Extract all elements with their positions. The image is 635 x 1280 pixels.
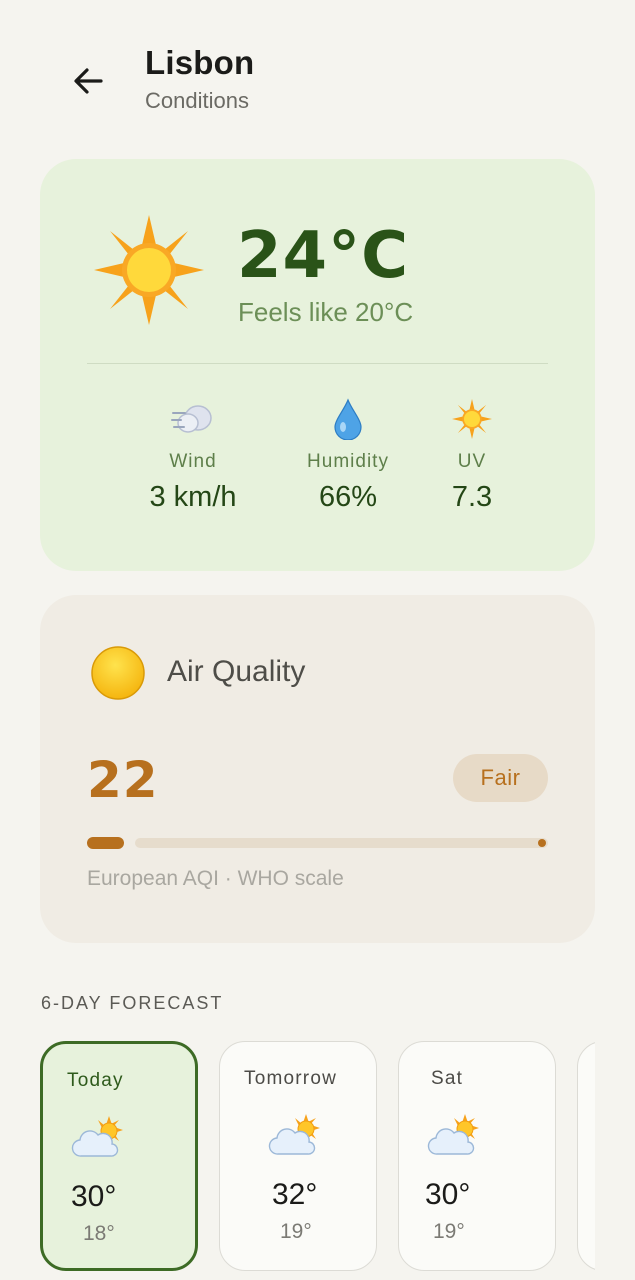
aqi-level-rail <box>135 838 548 848</box>
feels-like-text: Feels like 20°C <box>238 297 414 327</box>
page-title: Lisbon <box>145 44 255 81</box>
forecast-day-name: Today <box>67 1070 124 1091</box>
current-temperature: 24°C <box>237 219 410 293</box>
forecast-low-temp: 19° <box>433 1220 465 1243</box>
aqi-level-end-dot <box>538 839 546 847</box>
page-subtitle: Conditions <box>145 88 249 113</box>
sun-behind-cloud-icon <box>427 1114 479 1155</box>
metric-wind: Wind 3 km/h <box>118 397 268 514</box>
weather-detail-screen: Lisbon Conditions 24°C Feels like 20°C W… <box>0 0 635 1280</box>
aqi-level-fill <box>87 837 124 849</box>
wind-value: 3 km/h <box>149 481 237 513</box>
forecast-day-card[interactable]: Sat 30° 19° <box>398 1041 556 1271</box>
yellow-circle-icon <box>91 646 145 700</box>
current-conditions-card: 24°C Feels like 20°C Wind 3 km/h Humidit… <box>40 159 595 571</box>
air-quality-card[interactable]: Air Quality 22 Fair European AQI · WHO s… <box>40 595 595 943</box>
uv-label: UV <box>457 451 487 472</box>
sun-icon <box>94 215 204 325</box>
sun-behind-cloud-icon <box>71 1116 123 1157</box>
aqi-level-bar <box>87 837 548 849</box>
wind-icon <box>171 405 212 433</box>
back-button[interactable] <box>60 56 116 106</box>
forecast-heading: 6-DAY FORECAST <box>41 993 224 1013</box>
forecast-high-temp: 32° <box>272 1178 318 1211</box>
forecast-day-card[interactable]: Tomorrow 32° 19° <box>219 1041 377 1271</box>
droplet-icon <box>334 398 362 440</box>
forecast-high-temp: 30° <box>71 1180 117 1213</box>
metric-uv: UV 7.3 <box>397 397 547 514</box>
forecast-high-temp: 30° <box>425 1178 471 1211</box>
forecast-day-card[interactable]: Today 30° 18° <box>40 1041 198 1271</box>
arrow-left-icon <box>74 68 103 94</box>
forecast-low-temp: 19° <box>280 1220 312 1243</box>
aqi-scale-note: European AQI · WHO scale <box>87 867 344 890</box>
sun-behind-cloud-icon <box>268 1114 320 1155</box>
wind-label: Wind <box>169 451 217 472</box>
forecast-day-name: Tomorrow <box>244 1068 338 1089</box>
divider <box>87 363 548 364</box>
forecast-list[interactable]: Today 30° 18° Tomorrow 32° 19° Sat 30° 1… <box>40 1041 595 1273</box>
sun-icon <box>452 399 492 439</box>
aqi-status-badge: Fair <box>453 754 548 802</box>
forecast-low-temp: 18° <box>83 1222 115 1245</box>
forecast-day-name: Sat <box>431 1068 464 1089</box>
uv-value: 7.3 <box>451 481 493 513</box>
aqi-value: 22 <box>87 751 159 809</box>
forecast-day-card[interactable] <box>577 1041 595 1271</box>
air-quality-title: Air Quality <box>167 655 306 688</box>
